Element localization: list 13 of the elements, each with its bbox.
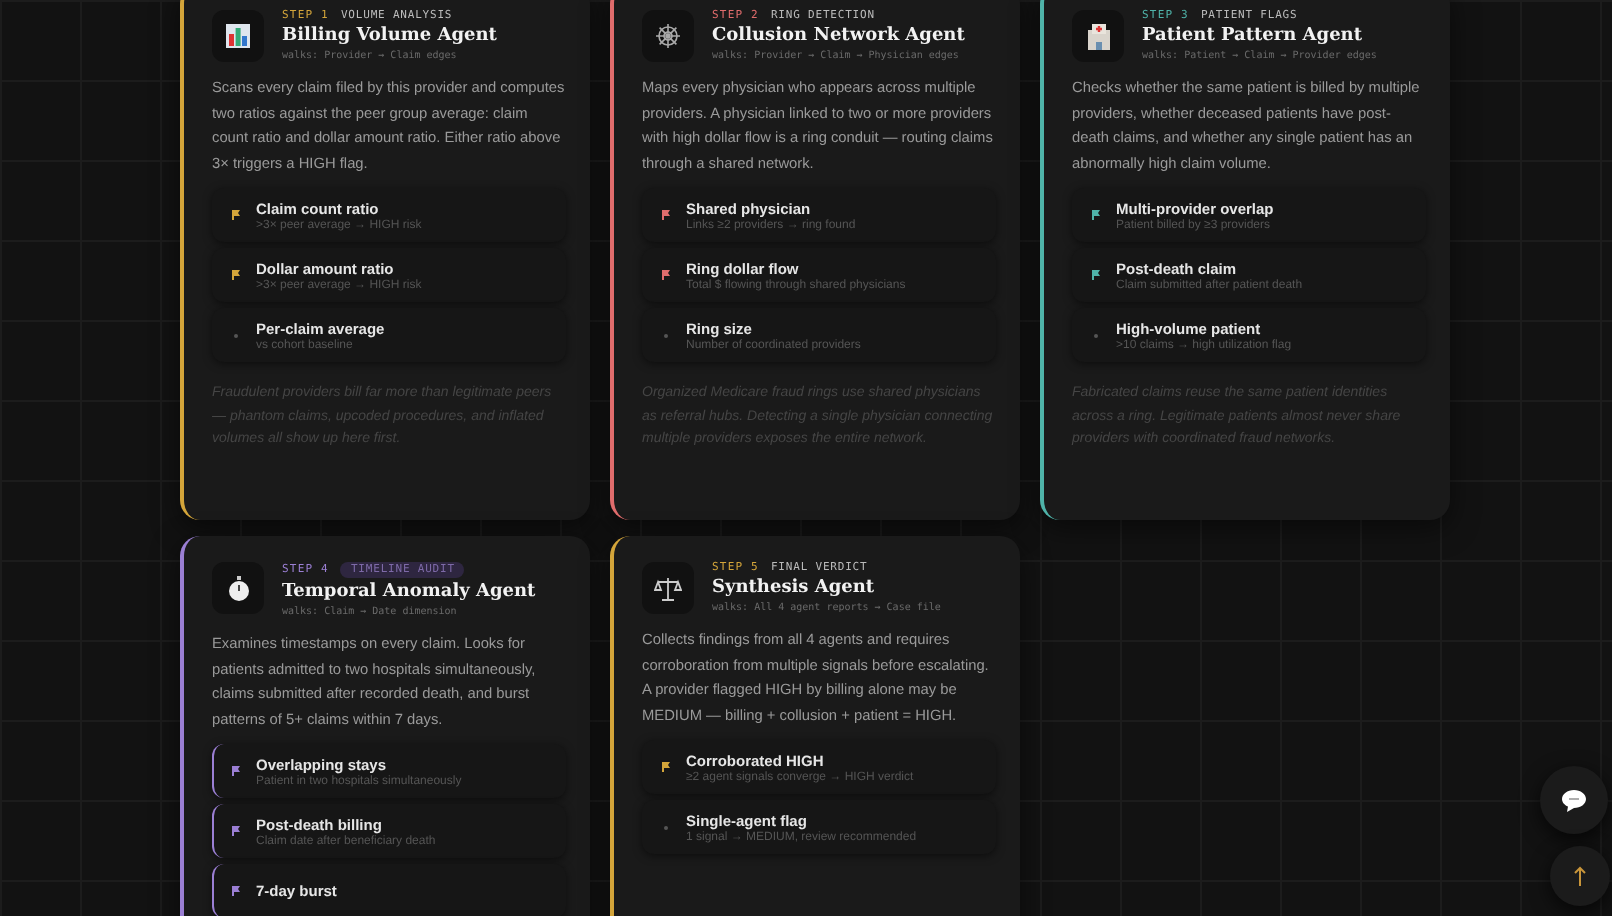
chat-bubble-icon [1562, 789, 1586, 811]
chat-button[interactable] [1540, 766, 1608, 834]
agent-title: Synthesis Agent [712, 578, 877, 598]
up-arrow-icon [1574, 866, 1586, 886]
agent-title: Patient Pattern Agent [1142, 26, 1365, 46]
stopwatch-icon [225, 575, 251, 601]
agent-title: Collusion Network Agent [712, 26, 965, 46]
bar-chart-icon [226, 24, 250, 48]
agent-title: Billing Volume Agent [282, 26, 497, 46]
hospital-icon [1085, 23, 1111, 49]
web-icon [654, 22, 682, 50]
agent-title: Temporal Anomaly Agent [282, 582, 536, 602]
scales-icon [654, 575, 682, 601]
